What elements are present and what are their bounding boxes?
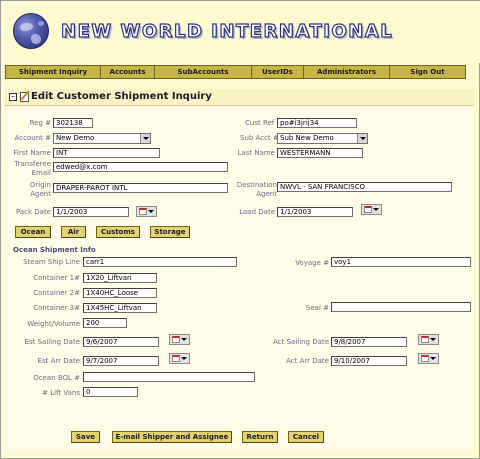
ocean-section-title: Ocean Shipment Info: [13, 246, 96, 254]
chevron-down-icon: [181, 338, 187, 341]
return-button[interactable]: Return: [242, 431, 278, 443]
main-nav: Shipment Inquiry Accounts SubAccounts Us…: [5, 65, 466, 79]
voyage-label: Voyage #: [295, 259, 329, 267]
destination-agent-label: Destination Agent: [236, 181, 277, 198]
act-arr-field[interactable]: 9/10/2007: [331, 356, 407, 366]
est-arr-calendar-button[interactable]: [169, 353, 190, 364]
weight-volume-field[interactable]: 200: [83, 318, 127, 328]
est-sailing-calendar-button[interactable]: [169, 334, 190, 345]
first-name-field[interactable]: INT: [53, 148, 160, 158]
ocean-bol-label: Ocean BOL #: [33, 374, 80, 382]
container3-field[interactable]: 1X45HC_Liftvan: [83, 303, 157, 313]
panel-title-bar: – Edit Customer Shipment Inquiry: [5, 89, 474, 106]
est-arr-label: Est Arr Date: [37, 357, 80, 365]
edit-shipment-panel: – Edit Customer Shipment Inquiry Reg # 3…: [5, 89, 474, 452]
last-name-label: Last Name: [237, 149, 275, 157]
nav-administrators[interactable]: Administrators: [304, 66, 390, 78]
account-label: Account #: [14, 134, 51, 142]
nav-sign-out[interactable]: Sign Out: [390, 66, 465, 78]
container1-field[interactable]: 1X20_Liftvan: [83, 273, 157, 283]
calendar-icon: [172, 336, 180, 343]
nav-shipment-inquiry[interactable]: Shipment Inquiry: [6, 66, 101, 78]
air-button[interactable]: Air: [61, 226, 86, 238]
account-select[interactable]: New Demo: [53, 133, 151, 144]
ocean-button[interactable]: Ocean: [15, 226, 51, 238]
nav-accounts[interactable]: Accounts: [101, 66, 155, 78]
act-arr-label: Act Arr Date: [286, 357, 329, 365]
container1-label: Container 1#: [33, 274, 80, 282]
lift-vans-label: # Lift Vans: [42, 389, 80, 397]
save-button[interactable]: Save: [71, 431, 100, 443]
load-date-calendar-button[interactable]: [361, 204, 382, 215]
calendar-icon: [364, 206, 372, 213]
pack-date-calendar-button[interactable]: [136, 206, 157, 217]
customs-button[interactable]: Customs: [96, 226, 140, 238]
calendar-icon: [421, 336, 429, 343]
panel-title: Edit Customer Shipment Inquiry: [31, 91, 212, 102]
nav-subaccounts[interactable]: SubAccounts: [155, 66, 252, 78]
sub-acct-select-value: Sub New Demo: [280, 134, 334, 142]
cust-ref-field[interactable]: po#i3jrij34: [277, 118, 357, 128]
act-sailing-field[interactable]: 9/8/2007: [331, 337, 407, 347]
chevron-down-icon: [430, 338, 436, 341]
container2-field[interactable]: 1X40HC_Loose: [83, 288, 157, 298]
sub-acct-select[interactable]: Sub New Demo: [277, 133, 368, 144]
first-name-label: First Name: [13, 149, 51, 157]
load-date-label: Load Date: [239, 208, 275, 216]
reg-field[interactable]: 302138: [53, 118, 93, 128]
collapse-toggle[interactable]: –: [9, 93, 17, 101]
chevron-down-icon: [181, 357, 187, 360]
cust-ref-label: Cust Ref #: [245, 119, 283, 127]
header: NEW WORLD INTERNATIONAL: [1, 1, 480, 63]
email-shipper-assignee-button[interactable]: E-mail Shipper and Assignee: [112, 431, 232, 443]
pack-date-label: Pack Date: [15, 208, 51, 216]
ocean-bol-field[interactable]: [83, 372, 255, 382]
container2-label: Container 2#: [33, 289, 80, 297]
chevron-down-icon: [148, 210, 154, 213]
reg-label: Reg #: [29, 119, 51, 127]
origin-agent-field[interactable]: DRAPER-PAROT INTL: [53, 183, 228, 193]
est-arr-field[interactable]: 9/7/2007: [83, 356, 159, 366]
origin-agent-label: Origin Agent: [29, 181, 51, 198]
nav-userids[interactable]: UserIDs: [252, 66, 304, 78]
seal-label: Seal #: [305, 304, 329, 312]
edit-icon: [20, 92, 29, 102]
chevron-down-icon: [357, 134, 367, 143]
seal-field[interactable]: [331, 302, 471, 312]
calendar-icon: [421, 355, 429, 362]
est-sailing-field[interactable]: 9/6/2007: [83, 337, 159, 347]
calendar-icon: [172, 355, 180, 362]
weight-volume-label: Weight/Volume: [27, 320, 80, 328]
chevron-down-icon: [140, 134, 150, 143]
account-select-value: New Demo: [56, 134, 95, 142]
container3-label: Container 3#: [33, 304, 80, 312]
act-arr-calendar-button[interactable]: [418, 353, 439, 364]
steam-ship-line-label: Steam Ship Line: [23, 258, 80, 266]
pack-date-field[interactable]: 1/1/2003: [53, 207, 129, 217]
sub-acct-label: Sub Acct #: [240, 134, 279, 142]
chevron-down-icon: [430, 357, 436, 360]
act-sailing-calendar-button[interactable]: [418, 334, 439, 345]
lift-vans-field[interactable]: 0: [83, 387, 138, 397]
globe-logo-icon: [13, 13, 49, 49]
destination-agent-field[interactable]: NWVL - SAN FRANCISCO: [277, 182, 452, 192]
company-name: NEW WORLD INTERNATIONAL: [60, 20, 394, 42]
chevron-down-icon: [373, 208, 379, 211]
storage-button[interactable]: Storage: [150, 226, 190, 238]
cancel-button[interactable]: Cancel: [288, 431, 324, 443]
voyage-field[interactable]: voy1: [331, 257, 471, 267]
transferee-email-field[interactable]: edwed@x.com: [53, 162, 228, 172]
transferee-email-label: Transferee Email: [14, 160, 51, 177]
steam-ship-line-field[interactable]: carr1: [83, 257, 237, 267]
calendar-icon: [139, 208, 147, 215]
act-sailing-label: Act Sailing Date: [273, 338, 329, 346]
est-sailing-label: Est Sailing Date: [24, 338, 80, 346]
last-name-field[interactable]: WESTERMANN: [277, 148, 363, 158]
load-date-field[interactable]: 1/1/2003: [277, 207, 353, 217]
